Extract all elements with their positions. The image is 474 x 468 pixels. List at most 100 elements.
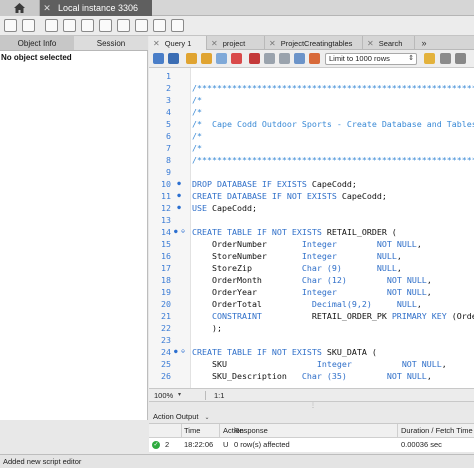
- row-time: 18:22:06: [184, 440, 214, 449]
- sql-text: CapeCodd;: [336, 191, 387, 201]
- output-row[interactable]: ✓ 2 18:22:06 U 0 row(s) affected 0.00036…: [149, 438, 474, 452]
- code-line[interactable]: 11 ● CREATE DATABASE IF NOT EXISTS CapeCod…: [149, 190, 474, 202]
- open-sql-file-icon[interactable]: [22, 19, 35, 32]
- sql-keyword: NOT NULL: [386, 287, 427, 297]
- line-number: 17: [161, 263, 171, 273]
- close-icon[interactable]: ✕: [153, 39, 160, 48]
- code-line[interactable]: 20 OrderTotal Decimal(9,2) NULL,: [149, 298, 474, 310]
- code-line[interactable]: 12 ● USE CapeCodd;: [149, 202, 474, 214]
- column-divider[interactable]: [181, 424, 182, 438]
- column-header-response[interactable]: Response: [234, 426, 268, 435]
- new-sql-tab-icon[interactable]: [4, 19, 17, 32]
- close-tab-icon[interactable]: ✕: [40, 3, 54, 14]
- invisible-chars-icon[interactable]: [455, 53, 466, 64]
- autocommit-icon[interactable]: [294, 53, 305, 64]
- sql-type: Integer: [301, 251, 337, 261]
- code-line[interactable]: 2 /**************************************…: [149, 82, 474, 94]
- code-line[interactable]: 7 /*: [149, 142, 474, 154]
- search-table-data-icon[interactable]: [153, 19, 166, 32]
- tab-object-info[interactable]: Object Info: [0, 36, 74, 50]
- beautify-icon[interactable]: [309, 53, 320, 64]
- limit-rows-select[interactable]: Limit to 1000 rows ⇕: [325, 53, 417, 65]
- reconnect-icon[interactable]: [171, 19, 184, 32]
- chevron-down-icon[interactable]: ▾: [178, 391, 181, 398]
- column-header-time[interactable]: Time: [184, 426, 200, 435]
- inspect-icon[interactable]: [45, 19, 58, 32]
- code-line[interactable]: 17 StoreZip Char (9) NULL,: [149, 262, 474, 274]
- line-number: 24: [161, 347, 171, 357]
- column-header-duration[interactable]: Duration / Fetch Time: [401, 426, 473, 435]
- fold-marker-icon[interactable]: ●: [174, 178, 184, 190]
- sql-text: ,: [416, 239, 422, 249]
- code-line[interactable]: 18 OrderMonth Char (12) NOT NULL,: [149, 274, 474, 286]
- code-line[interactable]: 14 ● ⊖ CREATE TABLE IF NOT EXISTS RETAIL_O…: [149, 226, 474, 238]
- code-line[interactable]: 6 /*: [149, 130, 474, 142]
- limit-rows-value: Limit to 1000 rows: [329, 54, 390, 63]
- tab-project[interactable]: ✕ project: [207, 36, 265, 50]
- code-line[interactable]: 1: [149, 70, 474, 82]
- code-line[interactable]: 23: [149, 334, 474, 346]
- column-divider[interactable]: [219, 424, 220, 438]
- line-number: 1: [166, 71, 171, 81]
- sql-text: RETAIL_ORDER (: [321, 227, 397, 237]
- code-line[interactable]: 10 ● DROP DATABASE IF EXISTS CapeCodd;: [149, 178, 474, 190]
- explain-icon[interactable]: [216, 53, 227, 64]
- line-number: 12: [161, 203, 171, 213]
- search-icon[interactable]: [440, 53, 451, 64]
- stop-icon[interactable]: [231, 53, 242, 64]
- code-line[interactable]: 21 CONSTRAINT RETAIL_ORDER_PK PRIMARY KE…: [149, 310, 474, 322]
- open-file-icon[interactable]: [153, 53, 164, 64]
- create-view-icon[interactable]: [99, 19, 112, 32]
- code-line[interactable]: 9: [149, 166, 474, 178]
- sql-editor[interactable]: 1 2/*************************************…: [149, 68, 474, 388]
- toggle-error-stop-icon[interactable]: [249, 53, 260, 64]
- sql-text: ,: [396, 263, 402, 273]
- code-line[interactable]: 19 OrderYear Integer NOT NULL,: [149, 286, 474, 298]
- create-schema-icon[interactable]: [63, 19, 76, 32]
- tab-search[interactable]: ✕ Search: [363, 36, 415, 50]
- fold-marker-icon[interactable]: ●: [174, 190, 184, 202]
- sql-keyword: DROP DATABASE IF EXISTS: [192, 179, 307, 189]
- connection-tab[interactable]: ✕ Local instance 3306: [40, 0, 152, 16]
- fold-marker-icon[interactable]: ● ⊖: [174, 226, 185, 238]
- execute-icon[interactable]: [186, 53, 197, 64]
- rollback-icon[interactable]: [279, 53, 290, 64]
- create-function-icon[interactable]: [135, 19, 148, 32]
- create-procedure-icon[interactable]: [117, 19, 130, 32]
- execute-statement-icon[interactable]: [201, 53, 212, 64]
- line-number: 11: [161, 191, 171, 201]
- tab-session[interactable]: Session: [74, 36, 148, 50]
- close-icon[interactable]: ✕: [269, 39, 276, 48]
- add-snippet-icon[interactable]: [424, 53, 435, 64]
- code-line[interactable]: 4 /*: [149, 106, 474, 118]
- more-tabs-button[interactable]: »: [415, 36, 433, 50]
- column-divider[interactable]: [397, 424, 398, 438]
- splitter-grip-icon[interactable]: ⋮: [310, 402, 316, 409]
- output-type-select[interactable]: Action Output ⌄: [153, 412, 209, 421]
- zoom-level[interactable]: 100%: [154, 391, 173, 400]
- code-line[interactable]: 3 /*: [149, 94, 474, 106]
- tab-projectcreatingtables[interactable]: ✕ ProjectCreatingtables: [265, 36, 363, 50]
- close-icon[interactable]: ✕: [367, 39, 374, 48]
- code-line[interactable]: 26 SKU_Description Char (35) NOT NULL,: [149, 370, 474, 382]
- tab-label: ProjectCreatingtables: [280, 38, 353, 48]
- commit-icon[interactable]: [264, 53, 275, 64]
- code-line[interactable]: 5 /* Cape Codd Outdoor Sports - Create Da…: [149, 118, 474, 130]
- fold-marker-icon[interactable]: ● ⊖: [174, 346, 185, 358]
- code-text: DROP DATABASE IF EXISTS CapeCodd;: [192, 178, 357, 190]
- code-line[interactable]: 25 SKU Integer NOT NULL,: [149, 358, 474, 370]
- code-line[interactable]: 8 /**************************************…: [149, 154, 474, 166]
- close-icon[interactable]: ✕: [211, 39, 218, 48]
- code-line[interactable]: 24 ● ⊖ CREATE TABLE IF NOT EXISTS SKU_DATA…: [149, 346, 474, 358]
- code-line[interactable]: 15 OrderNumber Integer NOT NULL,: [149, 238, 474, 250]
- fold-marker-icon[interactable]: ●: [174, 202, 184, 214]
- code-line[interactable]: 16 StoreNumber Integer NULL,: [149, 250, 474, 262]
- create-table-icon[interactable]: [81, 19, 94, 32]
- home-tab[interactable]: [0, 0, 40, 16]
- save-icon[interactable]: [168, 53, 179, 64]
- editor-tab-bar: ✕ Query 1 ✕ project ✕ ProjectCreatingtab…: [149, 36, 474, 50]
- sql-keyword: CREATE TABLE IF NOT EXISTS: [192, 347, 322, 357]
- tab-query-1[interactable]: ✕ Query 1: [149, 36, 207, 50]
- code-line[interactable]: 13: [149, 214, 474, 226]
- code-line[interactable]: 22 );: [149, 322, 474, 334]
